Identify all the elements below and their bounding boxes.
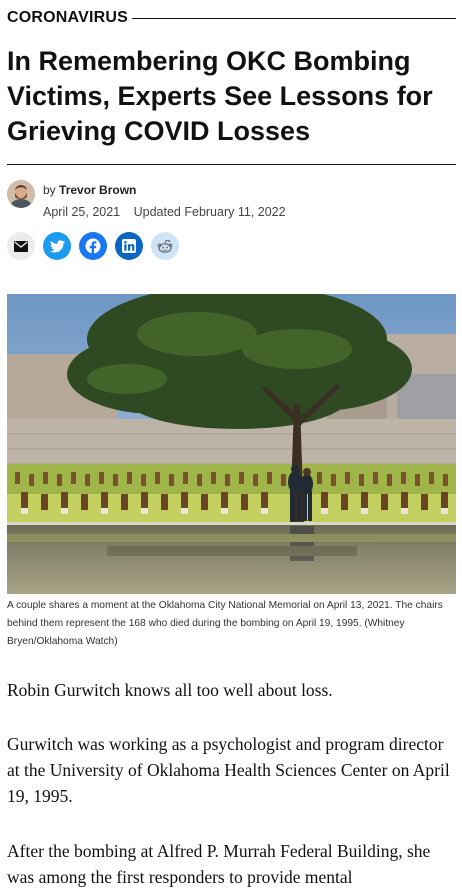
facebook-icon (85, 238, 101, 254)
reddit-icon (157, 239, 173, 253)
byline: by Trevor Brown (43, 183, 136, 197)
author-name-link[interactable]: Trevor Brown (59, 183, 136, 197)
share-twitter-button[interactable] (43, 232, 71, 260)
article-headline: In Remembering OKC Bombing Victims, Expe… (7, 46, 433, 146)
article-paragraph: After the bombing at Alfred P. Murrah Fe… (7, 841, 431, 887)
share-email-button[interactable] (7, 232, 35, 260)
envelope-icon (14, 240, 28, 252)
published-date: April 25, 2021 (43, 205, 121, 219)
featured-photo[interactable] (7, 294, 456, 594)
updated-date: Updated February 11, 2022 (133, 205, 286, 219)
article-paragraph: Robin Gurwitch knows all too well about … (7, 680, 333, 700)
section-header: CORONAVIRUS (7, 8, 456, 28)
share-reddit-button[interactable] (151, 232, 179, 260)
section-divider (132, 17, 456, 19)
section-label[interactable]: CORONAVIRUS (7, 9, 128, 27)
author-avatar[interactable] (7, 180, 35, 208)
share-linkedin-button[interactable] (115, 232, 143, 260)
twitter-bird-icon (49, 239, 65, 253)
article-page: CORONAVIRUS In Remembering OKC Bombing V… (0, 0, 462, 888)
article-paragraph: Gurwitch was working as a psychologist a… (7, 734, 450, 806)
photo-caption: A couple shares a moment at the Oklahoma… (7, 600, 443, 647)
share-buttons (7, 232, 187, 260)
headline-divider (7, 164, 456, 165)
article-dates: April 25, 2021 Updated February 11, 2022 (43, 205, 286, 219)
linkedin-icon (122, 239, 136, 253)
byline-prefix: by (43, 183, 56, 197)
share-facebook-button[interactable] (79, 232, 107, 260)
